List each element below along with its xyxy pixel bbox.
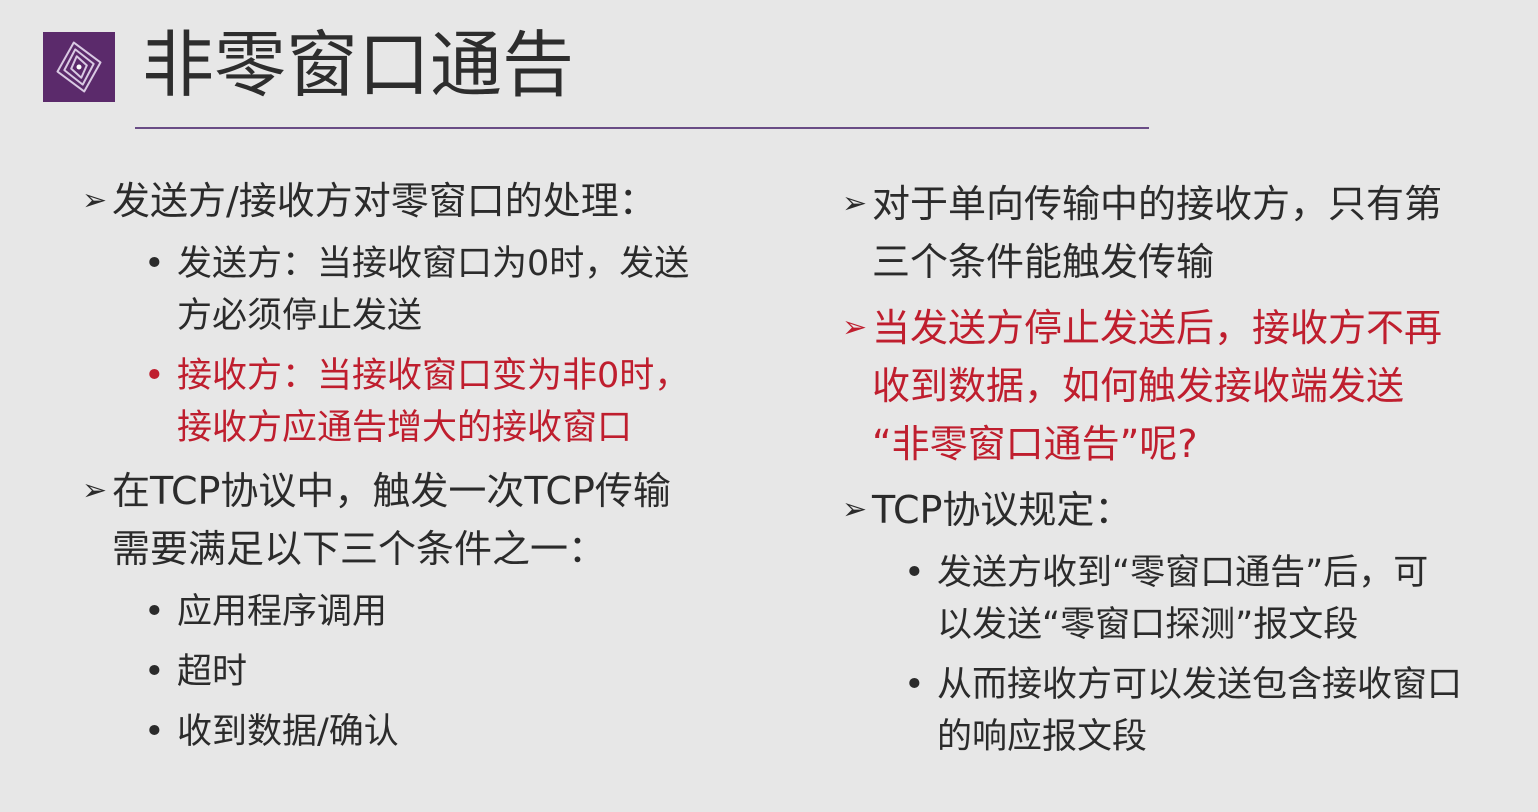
dot-bullet-icon: • xyxy=(144,244,165,284)
dot-bullet-icon: • xyxy=(144,712,165,752)
sub-point-probe: • 发送方收到“零窗口通告”后，可 以发送“零窗口探测”报文段 xyxy=(842,547,1532,651)
dot-bullet-icon: • xyxy=(144,356,165,396)
sub-point-line: 发送方收到“零窗口通告”后，可 xyxy=(937,553,1429,593)
point-question: ➢ 当发送方停止发送后，接收方不再 收到数据，如何触发接收端发送 “非零窗口通告… xyxy=(842,299,1532,473)
sub-point-line: 发送方：当接收窗口为0时，发送 xyxy=(177,244,690,284)
concentric-diamond-icon xyxy=(56,41,102,93)
logo-icon xyxy=(43,32,115,102)
sub-point-line: 方必须停止发送 xyxy=(177,296,423,336)
sub-point-line: 从而接收方可以发送包含接收窗口 xyxy=(937,665,1463,705)
sub-point-line: 的响应报文段 xyxy=(937,717,1148,757)
point-text: 需要满足以下三个条件之一： xyxy=(112,527,607,571)
sub-point-response: • 从而接收方可以发送包含接收窗口 的响应报文段 xyxy=(842,659,1532,763)
point-text: TCP协议规定： xyxy=(872,488,1133,532)
sub-point-line: 应用程序调用 xyxy=(177,592,388,632)
right-column: ➢ 对于单向传输中的接收方，只有第 三个条件能触发传输 ➢ 当发送方停止发送后，… xyxy=(842,175,1532,763)
sub-point-line: 超时 xyxy=(177,652,248,692)
point-text: 收到数据，如何触发接收端发送 xyxy=(872,364,1405,408)
sub-point-condition: • 超时 xyxy=(82,646,772,698)
sub-point-line: 接收方：当接收窗口变为非0时， xyxy=(177,356,690,396)
left-column: ➢ 发送方/接收方对零窗口的处理： • 发送方：当接收窗口为0时，发送 方必须停… xyxy=(82,172,772,758)
sub-point-line: 以发送“零窗口探测”报文段 xyxy=(937,605,1359,645)
arrow-bullet-icon: ➢ xyxy=(82,183,108,218)
sub-point-condition: • 收到数据/确认 xyxy=(82,706,772,758)
point-tcp-trigger-conditions: ➢ 在TCP协议中，触发一次TCP传输 需要满足以下三个条件之一： xyxy=(82,462,772,578)
sub-point-line: 收到数据/确认 xyxy=(177,712,399,752)
page-title: 非零窗口通告 xyxy=(142,23,575,107)
arrow-bullet-icon: ➢ xyxy=(842,310,868,345)
dot-bullet-icon: • xyxy=(144,652,165,692)
arrow-bullet-icon: ➢ xyxy=(842,186,868,221)
sub-point-receiver: • 接收方：当接收窗口变为非0时， 接收方应通告增大的接收窗口 xyxy=(82,350,772,454)
sub-point-condition: • 应用程序调用 xyxy=(82,586,772,638)
sub-point-line: 接收方应通告增大的接收窗口 xyxy=(177,408,633,448)
arrow-bullet-icon: ➢ xyxy=(842,492,868,527)
point-text: 发送方/接收方对零窗口的处理： xyxy=(112,179,657,223)
dot-bullet-icon: • xyxy=(144,592,165,632)
point-zero-window-handling: ➢ 发送方/接收方对零窗口的处理： xyxy=(82,172,772,230)
arrow-bullet-icon: ➢ xyxy=(82,473,108,508)
point-text: “非零窗口通告”呢? xyxy=(872,422,1198,466)
title-divider xyxy=(135,127,1149,129)
dot-bullet-icon: • xyxy=(904,553,925,593)
point-text: 三个条件能触发传输 xyxy=(872,240,1215,284)
point-unidirectional-receiver: ➢ 对于单向传输中的接收方，只有第 三个条件能触发传输 xyxy=(842,175,1532,291)
point-text: 当发送方停止发送后，接收方不再 xyxy=(872,306,1443,350)
point-text: 对于单向传输中的接收方，只有第 xyxy=(872,182,1443,226)
point-tcp-rule: ➢ TCP协议规定： xyxy=(842,481,1532,539)
dot-bullet-icon: • xyxy=(904,665,925,705)
point-text: 在TCP协议中，触发一次TCP传输 xyxy=(112,469,671,513)
sub-point-sender: • 发送方：当接收窗口为0时，发送 方必须停止发送 xyxy=(82,238,772,342)
